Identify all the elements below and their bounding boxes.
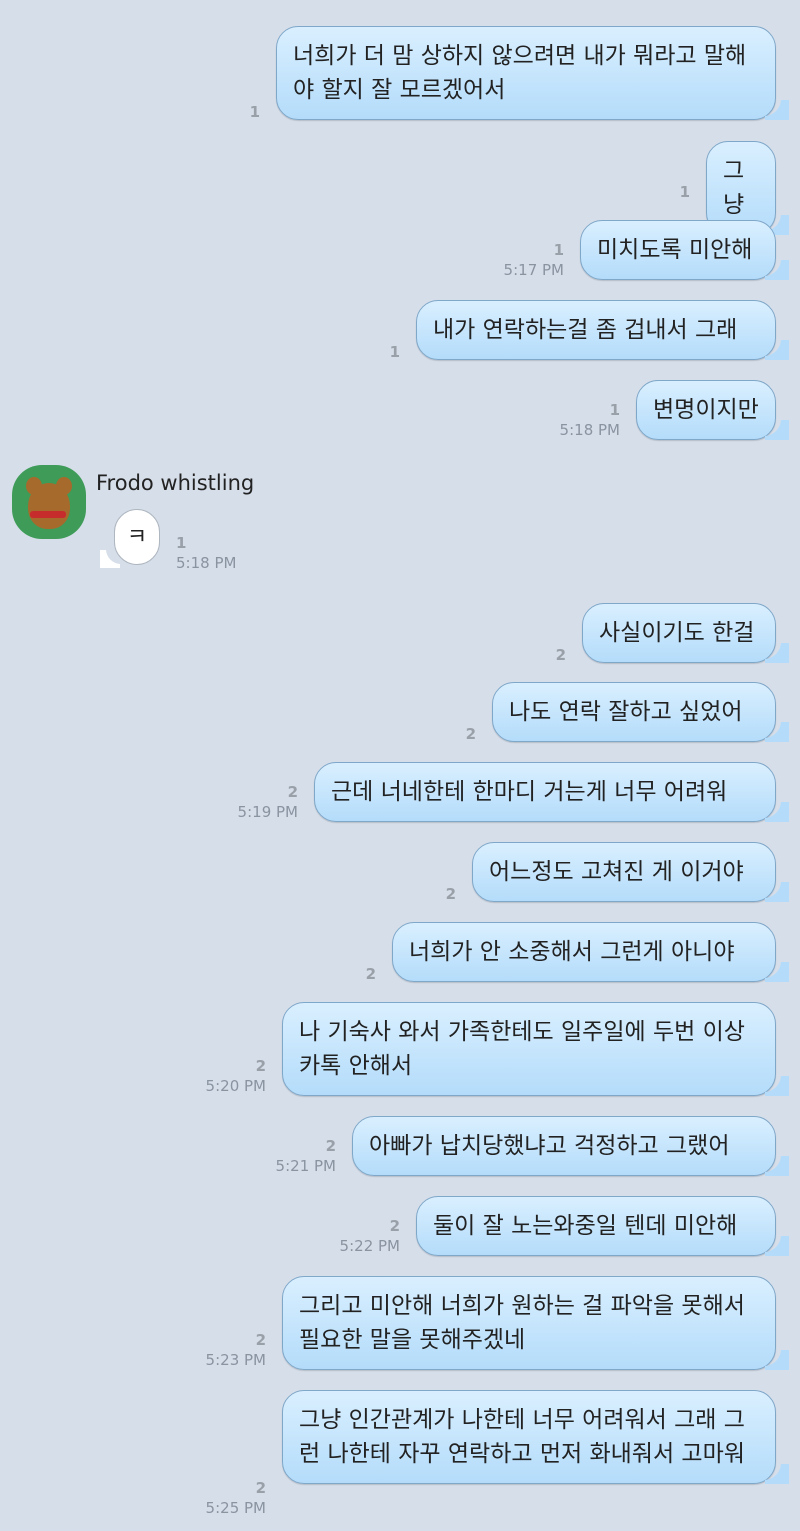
outgoing-message[interactable]: 그냥 인간관계가 나한테 너무 어려워서 그래 그런 나한테 자꾸 연락하고 먼…	[282, 1390, 776, 1484]
message-time: 5:17 PM	[503, 261, 564, 279]
message-meta: 1	[250, 102, 260, 122]
outgoing-message[interactable]: 사실이기도 한걸	[582, 603, 776, 663]
message-text: 둘이 잘 노는와중일 텐데 미안해	[433, 1213, 738, 1239]
message-meta: 2 5:20 PM	[206, 1056, 266, 1096]
message-meta: 2 5:25 PM	[206, 1478, 266, 1518]
unread-count: 1	[679, 183, 690, 201]
message-text: 그냥 인간관계가 나한테 너무 어려워서 그래 그런 나한테 자꾸 연락하고 먼…	[299, 1407, 745, 1467]
message-meta: 1	[680, 182, 690, 202]
outgoing-message[interactable]: 어느정도 고쳐진 게 이거야	[472, 842, 776, 902]
message-meta: 1 5:17 PM	[504, 240, 564, 280]
message-time: 5:18 PM	[559, 421, 620, 439]
message-meta: 2	[446, 884, 456, 904]
unread-count: 1	[249, 103, 260, 121]
unread-count: 1	[609, 401, 620, 419]
unread-count: 2	[465, 725, 476, 743]
message-meta: 2 5:19 PM	[238, 782, 298, 822]
message-text: 너희가 안 소중해서 그런게 아니야	[409, 939, 735, 965]
message-meta: 2	[466, 724, 476, 744]
unread-count: 2	[255, 1057, 266, 1075]
sender-name: Frodo whistling	[96, 471, 255, 495]
message-time: 5:25 PM	[205, 1499, 266, 1517]
message-time: 5:19 PM	[237, 803, 298, 821]
outgoing-message[interactable]: 너희가 안 소중해서 그런게 아니야	[392, 922, 776, 982]
unread-count: 1	[176, 534, 187, 552]
message-meta: 1	[390, 342, 400, 362]
outgoing-message[interactable]: 내가 연락하는걸 좀 겁내서 그래	[416, 300, 776, 360]
outgoing-message[interactable]: 변명이지만	[636, 380, 776, 440]
message-text: 어느정도 고쳐진 게 이거야	[489, 859, 744, 885]
unread-count: 1	[553, 241, 564, 259]
message-text: 변명이지만	[653, 397, 759, 423]
message-meta: 2	[366, 964, 376, 984]
unread-count: 2	[445, 885, 456, 903]
message-time: 5:21 PM	[275, 1157, 336, 1175]
incoming-message[interactable]: ㅋ	[114, 509, 160, 565]
outgoing-message[interactable]: 미치도록 미안해	[580, 220, 776, 280]
message-meta: 2 5:23 PM	[206, 1330, 266, 1370]
message-meta: 2 5:21 PM	[276, 1136, 336, 1176]
message-text: 그리고 미안해 너희가 원하는 걸 파악을 못해서 필요한 말을 못해주겠네	[299, 1293, 745, 1353]
unread-count: 2	[325, 1137, 336, 1155]
message-meta: 2 5:22 PM	[340, 1216, 400, 1256]
message-text: 사실이기도 한걸	[599, 620, 755, 646]
unread-count: 2	[365, 965, 376, 983]
message-text: 나도 연락 잘하고 싶었어	[509, 699, 743, 725]
frodo-avatar-icon[interactable]	[12, 465, 86, 539]
unread-count: 1	[389, 343, 400, 361]
outgoing-message[interactable]: 아빠가 납치당했냐고 걱정하고 그랬어	[352, 1116, 776, 1176]
unread-count: 2	[255, 1479, 266, 1497]
outgoing-message[interactable]: 나도 연락 잘하고 싶었어	[492, 682, 776, 742]
message-text: 내가 연락하는걸 좀 겁내서 그래	[433, 317, 738, 343]
message-text: 너희가 더 맘 상하지 않으려면 내가 뭐라고 말해야 할지 잘 모르겠어서	[293, 43, 747, 103]
outgoing-message[interactable]: 둘이 잘 노는와중일 텐데 미안해	[416, 1196, 776, 1256]
unread-count: 2	[255, 1331, 266, 1349]
message-meta: 2	[556, 645, 566, 665]
message-time: 5:23 PM	[205, 1351, 266, 1369]
outgoing-message[interactable]: 그리고 미안해 너희가 원하는 걸 파악을 못해서 필요한 말을 못해주겠네	[282, 1276, 776, 1370]
message-meta: 1 5:18 PM	[560, 400, 620, 440]
message-meta: 1 5:18 PM	[176, 533, 236, 573]
message-text: 그냥	[723, 158, 745, 218]
outgoing-message[interactable]: 나 기숙사 와서 가족한테도 일주일에 두번 이상 카톡 안해서	[282, 1002, 776, 1096]
message-time: 5:20 PM	[205, 1077, 266, 1095]
message-text: 미치도록 미안해	[597, 237, 753, 263]
message-time: 5:18 PM	[176, 554, 237, 572]
message-text: 아빠가 납치당했냐고 걱정하고 그랬어	[369, 1133, 730, 1159]
message-time: 5:22 PM	[339, 1237, 400, 1255]
unread-count: 2	[555, 646, 566, 664]
unread-count: 2	[287, 783, 298, 801]
unread-count: 2	[389, 1217, 400, 1235]
outgoing-message[interactable]: 너희가 더 맘 상하지 않으려면 내가 뭐라고 말해야 할지 잘 모르겠어서	[276, 26, 776, 120]
outgoing-message[interactable]: 근데 너네한테 한마디 거는게 너무 어려워	[314, 762, 776, 822]
message-text: 근데 너네한테 한마디 거는게 너무 어려워	[331, 779, 728, 805]
message-text: 나 기숙사 와서 가족한테도 일주일에 두번 이상 카톡 안해서	[299, 1019, 745, 1079]
